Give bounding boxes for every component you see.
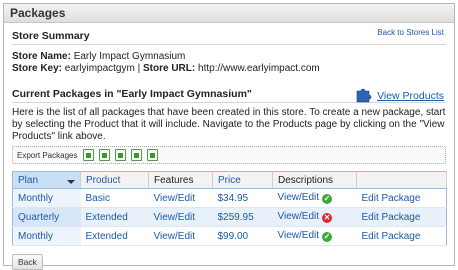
table-row: Quarterly Extended View/Edit $259.95 Vie… <box>12 207 447 227</box>
panel-title: Packages <box>4 4 454 23</box>
store-name-value: Early Impact Gymnasium <box>73 51 186 62</box>
export-packages-label: Export Packages <box>17 150 78 160</box>
store-url-label: Store URL: <box>143 63 196 74</box>
store-key-value: earlyimpactgym <box>64 63 135 74</box>
column-header-price[interactable]: Price <box>212 171 273 189</box>
column-header-plan[interactable]: Plan <box>12 171 81 189</box>
descriptions-cell: View/Edit ✕ <box>272 207 357 227</box>
price-cell[interactable]: $259.95 <box>212 207 273 227</box>
view-products-link[interactable]: View Products <box>377 90 444 102</box>
store-key-label: Store Key: <box>12 63 63 74</box>
descriptions-cell: View/Edit ✓ <box>272 226 357 246</box>
price-cell[interactable]: $99.00 <box>212 226 273 246</box>
store-name-label: Store Name: <box>12 51 71 62</box>
product-cell[interactable]: Extended <box>80 226 149 246</box>
view-products-area[interactable]: View Products <box>355 85 444 103</box>
export-print-icon[interactable] <box>147 149 159 161</box>
table-row: Monthly Extended View/Edit $99.00 View/E… <box>12 226 447 246</box>
column-header-label: Plan <box>18 174 39 186</box>
back-button[interactable]: Back <box>12 254 43 270</box>
descriptions-link[interactable]: View/Edit <box>278 211 320 222</box>
product-cell[interactable]: Extended <box>80 207 149 227</box>
price-cell[interactable]: $34.95 <box>212 188 273 208</box>
plan-cell[interactable]: Monthly <box>12 226 81 246</box>
export-pdf-icon[interactable] <box>131 149 143 161</box>
column-header-descriptions: Descriptions <box>272 171 357 189</box>
features-link[interactable]: View/Edit <box>148 188 213 208</box>
store-key-row: Store Key: earlyimpactgym | Store URL: h… <box>12 63 446 75</box>
features-link[interactable]: View/Edit <box>148 226 213 246</box>
store-url-value: http://www.earlyimpact.com <box>198 63 320 74</box>
store-name-row: Store Name: Early Impact Gymnasium <box>12 51 446 63</box>
sort-desc-icon[interactable] <box>67 179 75 184</box>
current-packages-heading: Current Packages in "Early Impact Gymnas… <box>12 88 252 100</box>
plan-cell[interactable]: Quarterly <box>12 207 81 227</box>
column-header-features: Features <box>148 171 213 189</box>
panel-body: Back to Stores List Store Summary Store … <box>4 23 454 270</box>
column-header-product[interactable]: Product <box>80 171 149 189</box>
edit-package-link[interactable]: Edit Package <box>356 207 447 227</box>
product-cell[interactable]: Basic <box>80 188 149 208</box>
edit-package-link[interactable]: Edit Package <box>356 226 447 246</box>
edit-package-link[interactable]: Edit Package <box>356 188 447 208</box>
table-header-row: Plan Product Features Price Descriptions <box>12 171 447 189</box>
back-to-stores-link[interactable]: Back to Stores List <box>377 28 444 37</box>
check-icon: ✓ <box>322 194 333 204</box>
plan-cell[interactable]: Monthly <box>12 188 81 208</box>
features-link[interactable]: View/Edit <box>148 207 213 227</box>
error-x-icon: ✕ <box>322 213 333 223</box>
check-icon: ✓ <box>322 232 333 242</box>
export-xml-icon[interactable] <box>115 149 127 161</box>
descriptions-link[interactable]: View/Edit <box>278 192 320 203</box>
export-excel-icon[interactable] <box>99 149 111 161</box>
current-packages-heading-row: Current Packages in "Early Impact Gymnas… <box>12 88 446 103</box>
puzzle-icon[interactable] <box>355 85 373 103</box>
export-toolbar: Export Packages <box>12 146 446 164</box>
packages-panel: Packages Back to Stores List Store Summa… <box>3 3 455 270</box>
separator: | <box>137 63 141 74</box>
packages-description: Here is the list of all packages that ha… <box>12 107 446 142</box>
descriptions-link[interactable]: View/Edit <box>278 230 320 241</box>
table-row: Monthly Basic View/Edit $34.95 View/Edit… <box>12 188 447 208</box>
packages-table: Plan Product Features Price Descriptions… <box>12 171 447 246</box>
column-header-actions <box>356 171 447 189</box>
export-csv-icon[interactable] <box>83 149 95 161</box>
descriptions-cell: View/Edit ✓ <box>272 188 357 208</box>
